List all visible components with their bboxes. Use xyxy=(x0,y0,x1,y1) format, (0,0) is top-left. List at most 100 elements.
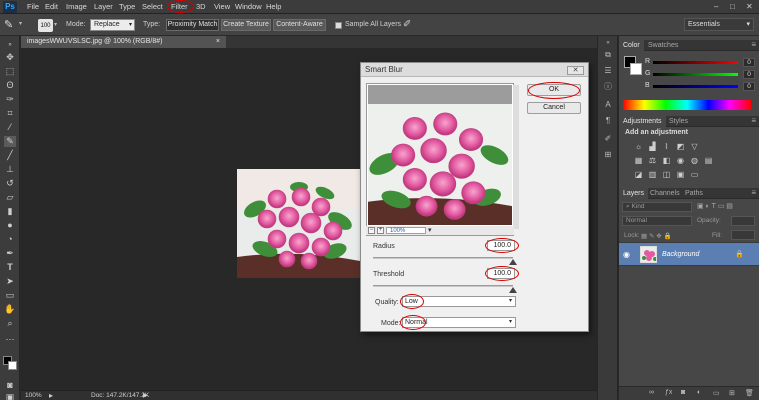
zoom-tool-icon[interactable]: ⌕ xyxy=(4,318,16,329)
info-panel-icon[interactable]: ⓘ xyxy=(602,82,614,92)
minimize-button[interactable]: – xyxy=(714,2,718,11)
menu-file[interactable]: File xyxy=(27,2,39,11)
collapse-dock-icon[interactable]: « xyxy=(602,38,614,48)
clone-source-panel-icon[interactable]: ⊞ xyxy=(602,150,614,160)
threshold-slider-thumb[interactable] xyxy=(509,287,517,293)
zoom-level[interactable]: 100% xyxy=(25,391,42,400)
zoom-in-button[interactable]: + xyxy=(377,227,384,234)
eye-icon[interactable]: ◉ xyxy=(623,250,630,259)
preview-zoom-value[interactable]: 100% xyxy=(386,227,426,234)
crop-tool-icon[interactable]: ⌗ xyxy=(4,108,16,119)
levels-adjustment-icon[interactable]: ▟ xyxy=(648,142,657,151)
adjustment-layer-icon[interactable]: ◐ xyxy=(697,389,701,396)
brush-picker-arrow-icon[interactable]: ▾ xyxy=(54,21,57,28)
menu-3d[interactable]: 3D xyxy=(196,2,206,11)
blue-channel-slider[interactable] xyxy=(653,85,738,88)
eyedropper-tool-icon[interactable]: ⁄ xyxy=(4,122,16,133)
pressure-size-icon[interactable]: ✐ xyxy=(403,19,411,30)
add-mask-icon[interactable]: ◙ xyxy=(681,389,685,396)
green-channel-slider[interactable] xyxy=(653,73,738,76)
close-tab-icon[interactable]: × xyxy=(216,36,220,48)
brush-panel-icon[interactable]: ✐ xyxy=(602,134,614,144)
curves-adjustment-icon[interactable]: ⌇ xyxy=(662,142,671,151)
proximity-match-button[interactable]: Proximity Match xyxy=(166,19,219,31)
close-window-button[interactable]: ✕ xyxy=(746,2,753,11)
new-layer-icon[interactable]: ⊞ xyxy=(729,389,735,397)
mode-select[interactable]: Replace ▾ xyxy=(90,19,135,31)
menu-layer[interactable]: Layer xyxy=(94,2,113,11)
tab-swatches[interactable]: Swatches xyxy=(644,40,682,51)
black-white-adjustment-icon[interactable]: ◧ xyxy=(662,156,671,165)
paragraph-panel-icon[interactable]: ¶ xyxy=(602,116,614,126)
menu-image[interactable]: Image xyxy=(66,2,87,11)
maximize-button[interactable]: □ xyxy=(730,2,735,11)
threshold-slider-track[interactable] xyxy=(373,285,513,287)
link-layers-icon[interactable]: ∞ xyxy=(649,389,654,396)
path-selection-tool-icon[interactable]: ➤ xyxy=(4,276,16,287)
tool-preset-arrow-icon[interactable]: ▾ xyxy=(19,20,22,27)
content-aware-button[interactable]: Content-Aware xyxy=(273,19,326,31)
panel-menu-icon[interactable]: ≡ xyxy=(751,40,756,50)
quick-selection-tool-icon[interactable]: ✑ xyxy=(4,94,16,105)
menu-edit[interactable]: Edit xyxy=(45,2,58,11)
menu-type[interactable]: Type xyxy=(119,2,135,11)
color-lookup-adjustment-icon[interactable]: ▤ xyxy=(704,156,713,165)
new-group-icon[interactable]: ▭ xyxy=(713,389,720,397)
tab-layers[interactable]: Layers xyxy=(619,188,649,199)
gradient-map-adjustment-icon[interactable]: ▭ xyxy=(690,170,699,179)
tab-paths[interactable]: Paths xyxy=(681,188,707,199)
layer-name[interactable]: Background xyxy=(662,251,699,258)
gradient-tool-icon[interactable]: ▮ xyxy=(4,206,16,217)
type-tool-icon[interactable]: T xyxy=(4,262,16,273)
panel-menu-icon[interactable]: ≡ xyxy=(751,188,756,198)
channel-mixer-adjustment-icon[interactable]: ◍ xyxy=(690,156,699,165)
brightness-adjustment-icon[interactable]: ☼ xyxy=(634,142,643,151)
exposure-adjustment-icon[interactable]: ◩ xyxy=(676,142,685,151)
brush-tool-icon[interactable]: ╱ xyxy=(4,150,16,161)
layer-row-background[interactable]: ◉ Background 🔒 xyxy=(619,242,759,266)
selective-color-adjustment-icon[interactable]: ▣ xyxy=(676,170,685,179)
quick-mask-icon[interactable]: ◙ xyxy=(4,380,16,391)
tab-styles[interactable]: Styles xyxy=(665,116,692,127)
spot-healing-tool-icon[interactable]: ✎ xyxy=(4,136,16,147)
menu-window[interactable]: Window xyxy=(235,2,262,11)
vibrance-adjustment-icon[interactable]: ▽ xyxy=(690,142,699,151)
screen-mode-icon[interactable]: ▣ xyxy=(4,392,16,400)
dialog-title[interactable]: Smart Blur xyxy=(361,63,588,77)
shape-tool-icon[interactable]: ▭ xyxy=(4,290,16,301)
status-arrow-icon[interactable]: ▶ xyxy=(143,391,148,400)
lock-options-icons[interactable]: ▦ ✎ ✥ 🔒 xyxy=(641,232,672,240)
preview-pane[interactable] xyxy=(366,83,519,236)
dodge-tool-icon[interactable]: ◔ xyxy=(4,234,16,245)
threshold-adjustment-icon[interactable]: ◫ xyxy=(662,170,671,179)
lasso-tool-icon[interactable]: ʘ xyxy=(4,80,16,91)
close-icon[interactable]: ✕ xyxy=(567,66,584,75)
layer-style-icon[interactable]: ƒx xyxy=(665,389,672,396)
document-image[interactable] xyxy=(237,169,360,278)
blue-channel-value[interactable]: 0 xyxy=(743,82,755,91)
photo-filter-adjustment-icon[interactable]: ◉ xyxy=(676,156,685,165)
background-color-swatch[interactable] xyxy=(8,361,17,370)
tab-color[interactable]: Color xyxy=(619,40,644,51)
eraser-tool-icon[interactable]: ▱ xyxy=(4,192,16,203)
trash-icon[interactable]: 🗑 xyxy=(745,389,754,397)
history-brush-tool-icon[interactable]: ↺ xyxy=(4,178,16,189)
radius-slider-track[interactable] xyxy=(373,257,513,259)
preview-scrollbar[interactable] xyxy=(513,85,519,229)
layer-filter-select[interactable]: ⌕ Kind xyxy=(622,202,692,212)
hue-saturation-adjustment-icon[interactable]: ▦ xyxy=(634,156,643,165)
color-panel-background-swatch[interactable] xyxy=(630,63,642,75)
menu-view[interactable]: View xyxy=(214,2,230,11)
spot-healing-brush-icon[interactable]: ✎ xyxy=(4,18,13,31)
workspace-select[interactable]: Essentials ▾ xyxy=(684,18,754,31)
status-menu-icon[interactable]: ▸ xyxy=(49,391,53,400)
character-panel-icon[interactable]: A xyxy=(602,100,614,110)
move-tool-icon[interactable]: ✥ xyxy=(4,52,16,63)
document-tab[interactable]: imagesWWUVSLSC.jpg @ 100% (RGB/8#) × xyxy=(21,36,226,48)
layer-filter-icons[interactable]: ▣ ◐ T ▭ ▤ xyxy=(697,202,733,210)
color-spectrum-bar[interactable] xyxy=(623,100,751,110)
menu-help[interactable]: Help xyxy=(266,2,281,11)
create-texture-button[interactable]: Create Texture xyxy=(221,19,271,31)
preview-image[interactable] xyxy=(368,104,512,225)
red-channel-slider[interactable] xyxy=(653,61,738,64)
